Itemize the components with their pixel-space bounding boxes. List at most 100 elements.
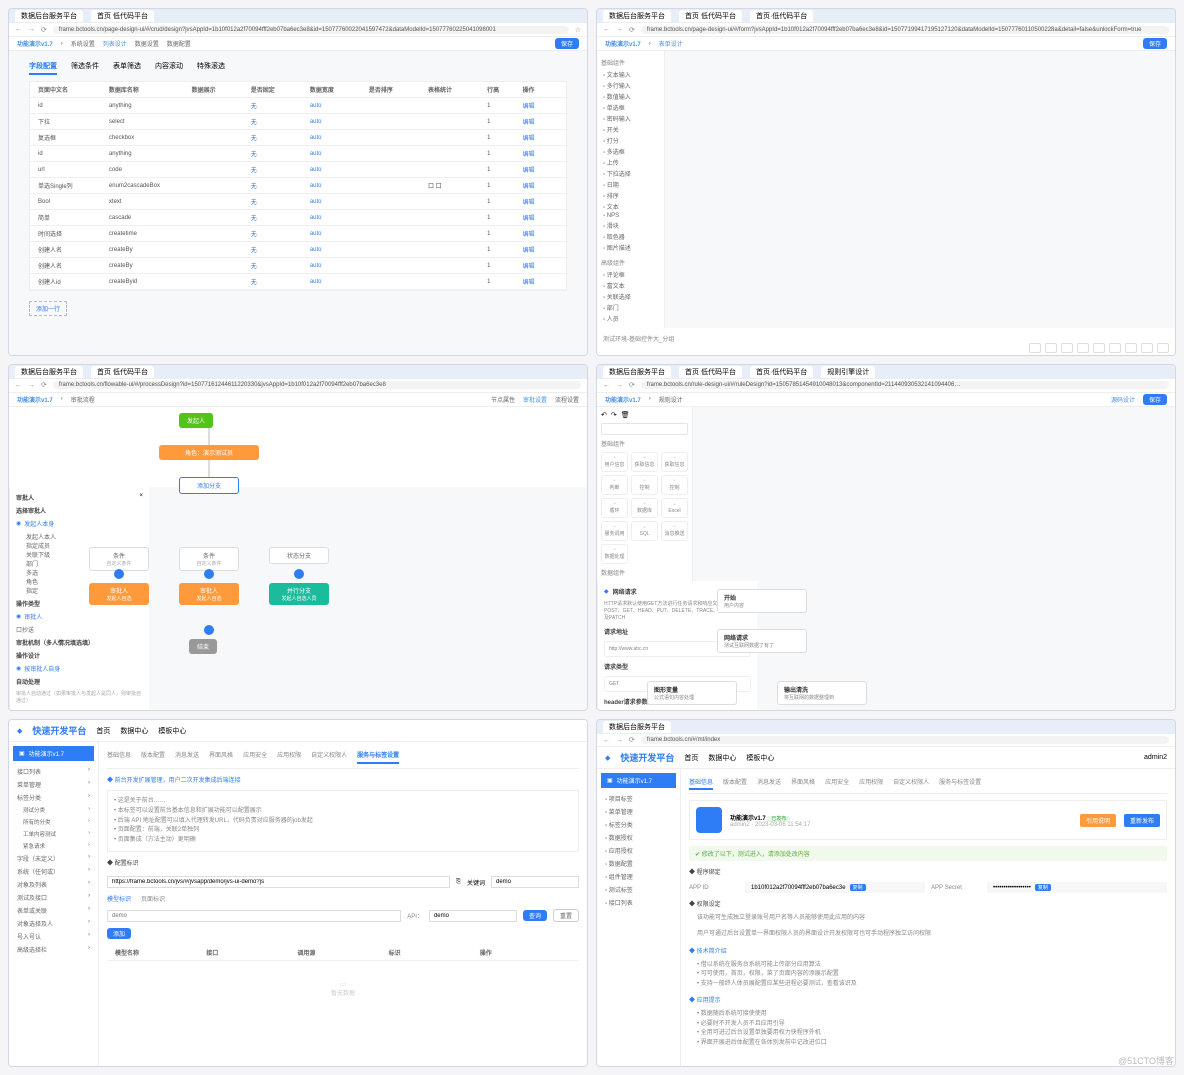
tab-fields[interactable]: 字段配置 — [29, 61, 57, 75]
node-end[interactable]: 结束 — [189, 639, 217, 654]
export-button[interactable]: 引用说明 — [1080, 814, 1116, 827]
node-approver[interactable]: 审批人发起人自选 — [89, 583, 149, 605]
node-branch[interactable]: 添加分支 — [179, 477, 239, 494]
tab[interactable]: 审批设置 — [523, 395, 547, 404]
tab-special[interactable]: 特殊滚选 — [197, 61, 225, 75]
node-cond[interactable]: 状态分支 — [269, 547, 329, 564]
node-start[interactable]: 开始用户内容 — [717, 589, 807, 613]
address-input[interactable]: frame.bctools.cn/flowable-ui/#/processDe… — [53, 381, 581, 389]
rule-node-type[interactable]: ▫判断 — [601, 475, 628, 495]
tab[interactable]: 服务与标签设置 — [939, 777, 981, 790]
edit-link[interactable]: 编辑 — [523, 117, 558, 126]
node-var[interactable]: 图形变量公式语句内容处理 — [647, 681, 737, 705]
node-cond[interactable]: 条件自定义条件 — [89, 547, 149, 571]
rule-node-type[interactable]: ▫Excel — [661, 498, 688, 518]
star-icon[interactable]: ☆ — [575, 26, 581, 34]
palette-item[interactable]: ▫ 图片描述 — [601, 242, 660, 253]
palette-item[interactable]: ▫ 日期 — [601, 179, 660, 190]
query-button[interactable]: 查询 — [523, 910, 547, 921]
rule-node-type[interactable]: ▫控制 — [631, 475, 658, 495]
save-button[interactable]: 保存 — [1143, 38, 1167, 49]
crumb-item[interactable]: 列表设计 — [103, 39, 127, 48]
settings-tab[interactable]: 服务与标签设置 — [357, 750, 399, 764]
settings-tab[interactable]: 应用权限 — [277, 750, 301, 764]
nav-fwd-icon[interactable]: → — [28, 26, 35, 33]
address-input[interactable]: frame.bctools.cn/page-design-ui/#/crud/d… — [53, 26, 569, 34]
edit-link[interactable]: 编辑 — [523, 229, 558, 238]
flow-canvas[interactable]: 发起人 角色：演示测试员 添加分支 条件自定义条件 条件自定义条件 状态分支 审… — [9, 407, 587, 488]
tab[interactable]: 自定义权限人 — [893, 777, 929, 790]
trash-icon[interactable]: 🗑 — [621, 411, 630, 419]
sidebar-item[interactable]: ▫ 测试标签 — [601, 883, 676, 896]
rule-node-type[interactable]: ▫循环 — [601, 498, 628, 518]
edit-link[interactable]: 编辑 — [523, 261, 558, 270]
rule-node-type[interactable]: ▫消息推送 — [661, 521, 688, 541]
palette-item[interactable]: ▫ 人员 — [601, 313, 660, 324]
nav-item[interactable]: 首页 — [96, 726, 110, 736]
rule-node-type[interactable]: ▫服务调用 — [601, 521, 628, 541]
edit-link[interactable]: 编辑 — [523, 213, 558, 222]
sidebar-item[interactable]: 测试分类› — [13, 804, 94, 816]
copy-button[interactable]: 复制 — [850, 884, 866, 891]
tab[interactable]: 应用权限 — [859, 777, 883, 790]
tab[interactable]: 基础信息 — [689, 777, 713, 790]
palette-item[interactable]: ▫ 多行输入 — [601, 80, 660, 91]
sidebar-item[interactable]: ▫ 数据授权 — [601, 831, 676, 844]
sidebar-item[interactable]: ▫ 应用授权 — [601, 844, 676, 857]
sidebar-item[interactable]: 接口列表› — [13, 765, 94, 778]
settings-tab[interactable]: 基础信息 — [107, 750, 131, 764]
sidebar-item[interactable]: ▫ 菜单管理 — [601, 805, 676, 818]
sidebar-item[interactable]: ▫ 接口列表 — [601, 896, 676, 909]
palette-item[interactable]: ▫ 取色器 — [601, 231, 660, 242]
tab-form[interactable]: 表单筛选 — [113, 61, 141, 75]
palette-item[interactable]: ▫ 打分 — [601, 135, 660, 146]
palette-item[interactable]: ▫ 文本 — [601, 201, 660, 212]
sidebar-item[interactable]: 工单内容测试› — [13, 828, 94, 840]
keyword-input[interactable] — [491, 876, 579, 888]
edit-link[interactable]: 编辑 — [523, 245, 558, 254]
palette-item[interactable]: ▫ 单选框 — [601, 102, 660, 113]
sidebar-item[interactable]: 系统（任何或）› — [13, 865, 94, 878]
node-cond[interactable]: 条件自定义条件 — [179, 547, 239, 571]
node-group[interactable]: 角色：演示测试员 — [159, 445, 259, 460]
url-input[interactable] — [107, 876, 450, 888]
tab[interactable]: 界面风格 — [791, 777, 815, 790]
nav-item[interactable]: 模板中心 — [158, 726, 186, 736]
edit-link[interactable]: 编辑 — [523, 197, 558, 206]
address-input[interactable]: frame.bctools.cn/rule-design-ui/#/ruleDe… — [641, 381, 1169, 389]
nav-item[interactable]: 数据中心 — [120, 726, 148, 736]
nav-back-icon[interactable]: ← — [15, 26, 22, 33]
save-button[interactable]: 保存 — [1143, 394, 1167, 405]
palette-item[interactable]: ▫ 多选框 — [601, 146, 660, 157]
settings-tab[interactable]: 自定义权限人 — [311, 750, 347, 764]
palette-item[interactable]: ▫ 文本输入 — [601, 69, 660, 80]
rule-node-type[interactable]: ▫获取信息 — [661, 452, 688, 472]
rule-node-type[interactable]: ▫控制 — [661, 475, 688, 495]
sidebar-item[interactable]: ▫ 组件管理 — [601, 870, 676, 883]
reset-button[interactable]: 重置 — [553, 909, 579, 922]
sidebar-item[interactable]: 对象选择及人› — [13, 917, 94, 930]
palette-item[interactable]: ▫ 滑块 — [601, 220, 660, 231]
tab[interactable]: 应用安全 — [825, 777, 849, 790]
rule-node-type[interactable]: ▫数据库 — [631, 498, 658, 518]
form-canvas[interactable]: 测试环境-基础控件大_分组 下拉名称下拉手机号禁用邮箱可见部门API方式条件 — [597, 328, 1175, 355]
add-button[interactable]: 添加 — [107, 928, 131, 939]
node-connector[interactable] — [114, 569, 124, 579]
palette-item[interactable]: ▫ 下拉选择 — [601, 168, 660, 179]
search-input[interactable] — [601, 423, 688, 435]
sidebar-item[interactable]: 号入号认› — [13, 930, 94, 943]
tab-scroll[interactable]: 内容滚动 — [155, 61, 183, 75]
settings-tab[interactable]: 应用安全 — [243, 750, 267, 764]
republish-button[interactable]: 重新发布 — [1124, 814, 1160, 827]
sidebar-item[interactable]: 所有的分类› — [13, 816, 94, 828]
node-http[interactable]: 网络请求测试互联网数据了有了 — [717, 629, 807, 653]
tab[interactable]: 流程设置 — [555, 395, 579, 404]
settings-tab[interactable]: 界面风格 — [209, 750, 233, 764]
close-icon[interactable]: × — [139, 493, 143, 502]
tab[interactable]: 数据后台服务平台 — [15, 10, 83, 22]
palette-item[interactable]: ▫ 数值输入 — [601, 91, 660, 102]
app-selector[interactable]: ▣ 功能演示v1.7 — [601, 773, 676, 788]
palette-item[interactable]: ▫ 密码输入 — [601, 113, 660, 124]
rule-node-type[interactable]: ▫用户信息 — [601, 452, 628, 472]
edit-link[interactable]: 编辑 — [523, 165, 558, 174]
